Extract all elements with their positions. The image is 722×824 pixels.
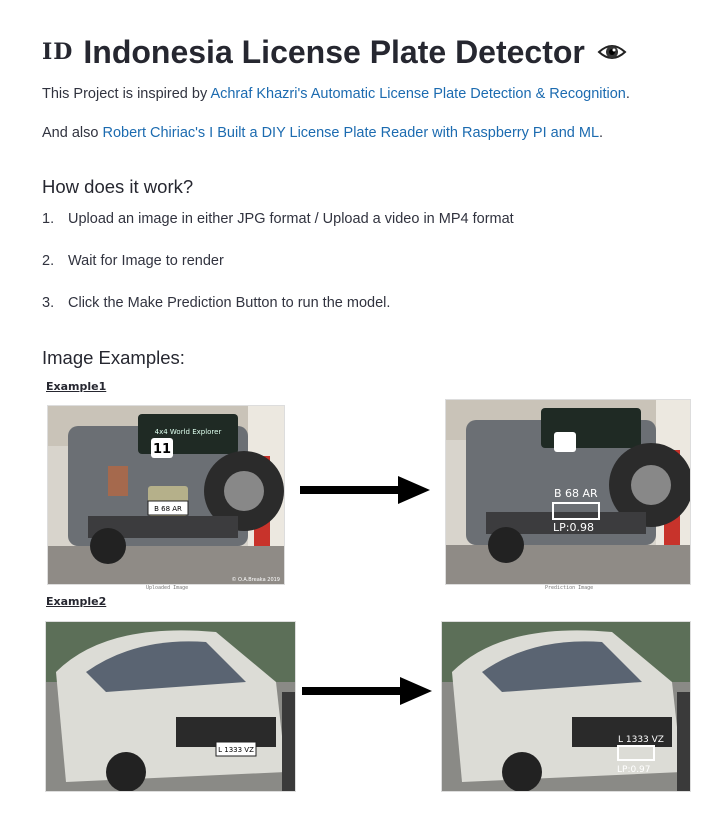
arrow-icon: [302, 677, 432, 710]
steps-list: 1. Upload an image in either JPG format /…: [42, 211, 514, 337]
watermark-text: © O.A.Breaka 2019: [231, 576, 280, 583]
intro-period: .: [625, 86, 630, 102]
step-text: Wait for Image to render: [68, 253, 224, 269]
page-title: ID Indonesia License Plate Detector: [42, 28, 682, 76]
list-item: 1. Upload an image in either JPG format /…: [42, 211, 514, 253]
example1-label: Example1: [46, 380, 107, 393]
intro-period: .: [599, 125, 604, 141]
list-item: 2. Wait for Image to render: [42, 253, 514, 295]
khazri-link[interactable]: Achraf Khazri's Automatic License Plate …: [210, 86, 625, 102]
confidence-text: LP:0.97: [617, 765, 651, 775]
step-number: 1.: [42, 211, 55, 227]
main-content: ID Indonesia License Plate Detector This…: [42, 28, 682, 609]
how-heading: How does it work?: [42, 176, 194, 197]
arrow-icon: [300, 476, 430, 509]
examples-heading: Image Examples:: [42, 347, 185, 368]
example2-uploaded-image: L 1333 VZ: [45, 621, 296, 792]
flag-id-icon: ID: [42, 39, 74, 65]
page-title-text: Indonesia License Plate Detector: [83, 33, 585, 70]
eye-icon: [597, 34, 627, 71]
intro-text: This Project is inspired by: [42, 86, 211, 102]
step-number: 2.: [42, 253, 55, 269]
step-text: Click the Make Prediction Button to run …: [68, 295, 391, 311]
intro-paragraph-2: And also Robert Chiriac's I Built a DIY …: [42, 123, 603, 143]
sticker-number: 11: [153, 442, 171, 457]
confidence-text: LP:0.98: [553, 521, 594, 534]
example1-uploaded-image: 4x4 World Explorer 11 B 68 AR © O.A.Brea…: [47, 405, 285, 585]
intro-paragraph-1: This Project is inspired by Achraf Khazr…: [42, 84, 630, 104]
list-item: 3. Click the Make Prediction Button to ru…: [42, 295, 514, 337]
plate-text: L 1333 VZ: [218, 746, 254, 754]
example2-prediction-image: L 1333 VZ LP:0.97: [441, 621, 691, 792]
step-text: Upload an image in either JPG format / U…: [68, 211, 514, 227]
step-number: 3.: [42, 295, 55, 311]
prediction-caption: Prediction Image: [545, 585, 594, 591]
example1-prediction-image: B 68 AR LP:0.98: [445, 399, 691, 585]
intro-text: And also: [42, 125, 103, 141]
example2-label: Example2: [46, 595, 107, 608]
uploaded-caption: Uploaded Image: [146, 585, 189, 591]
banner-text: 4x4 World Explorer: [155, 428, 222, 436]
chiriac-link[interactable]: Robert Chiriac's I Built a DIY License P…: [102, 125, 599, 141]
detected-plate-text: L 1333 VZ: [618, 735, 664, 745]
detected-plate-text: B 68 AR: [554, 487, 598, 500]
plate-text: B 68 AR: [154, 505, 182, 513]
